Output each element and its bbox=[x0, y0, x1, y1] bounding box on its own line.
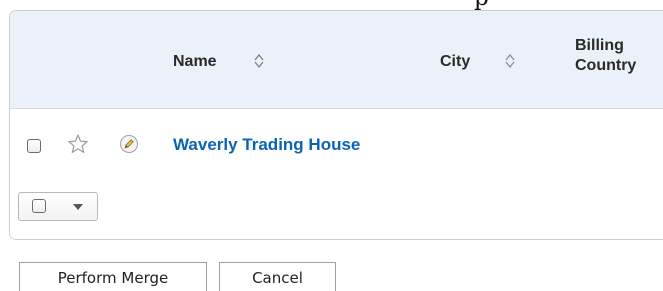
account-name-link[interactable]: Waverly Trading House bbox=[173, 135, 360, 155]
table-footer bbox=[10, 181, 663, 239]
sort-arrows-icon[interactable] bbox=[254, 54, 264, 68]
sort-arrows-icon[interactable] bbox=[505, 54, 515, 68]
column-header-city[interactable]: City bbox=[440, 53, 470, 71]
cancel-button[interactable]: Cancel bbox=[219, 262, 336, 291]
row-select-checkbox[interactable] bbox=[27, 139, 41, 153]
mass-select-dropdown[interactable] bbox=[18, 192, 98, 221]
select-all-checkbox[interactable] bbox=[32, 199, 46, 213]
merge-records-page: p Name City Billing Country bbox=[0, 0, 663, 291]
column-header-billing-line1: Billing bbox=[575, 37, 624, 54]
perform-merge-button[interactable]: Perform Merge bbox=[19, 262, 207, 291]
column-header-name[interactable]: Name bbox=[173, 53, 217, 71]
pencil-icon[interactable] bbox=[119, 134, 139, 154]
column-header-billing-country[interactable]: Billing Country bbox=[575, 36, 636, 76]
star-icon[interactable] bbox=[67, 133, 89, 155]
column-header-billing-line2: Country bbox=[575, 57, 637, 74]
page-title-fragment: p bbox=[474, 0, 489, 10]
records-table: Name City Billing Country Waverly Tradin… bbox=[9, 10, 663, 240]
table-header: Name City Billing Country bbox=[10, 11, 663, 109]
table-row: Waverly Trading House bbox=[10, 109, 663, 182]
caret-down-icon[interactable] bbox=[73, 204, 83, 210]
